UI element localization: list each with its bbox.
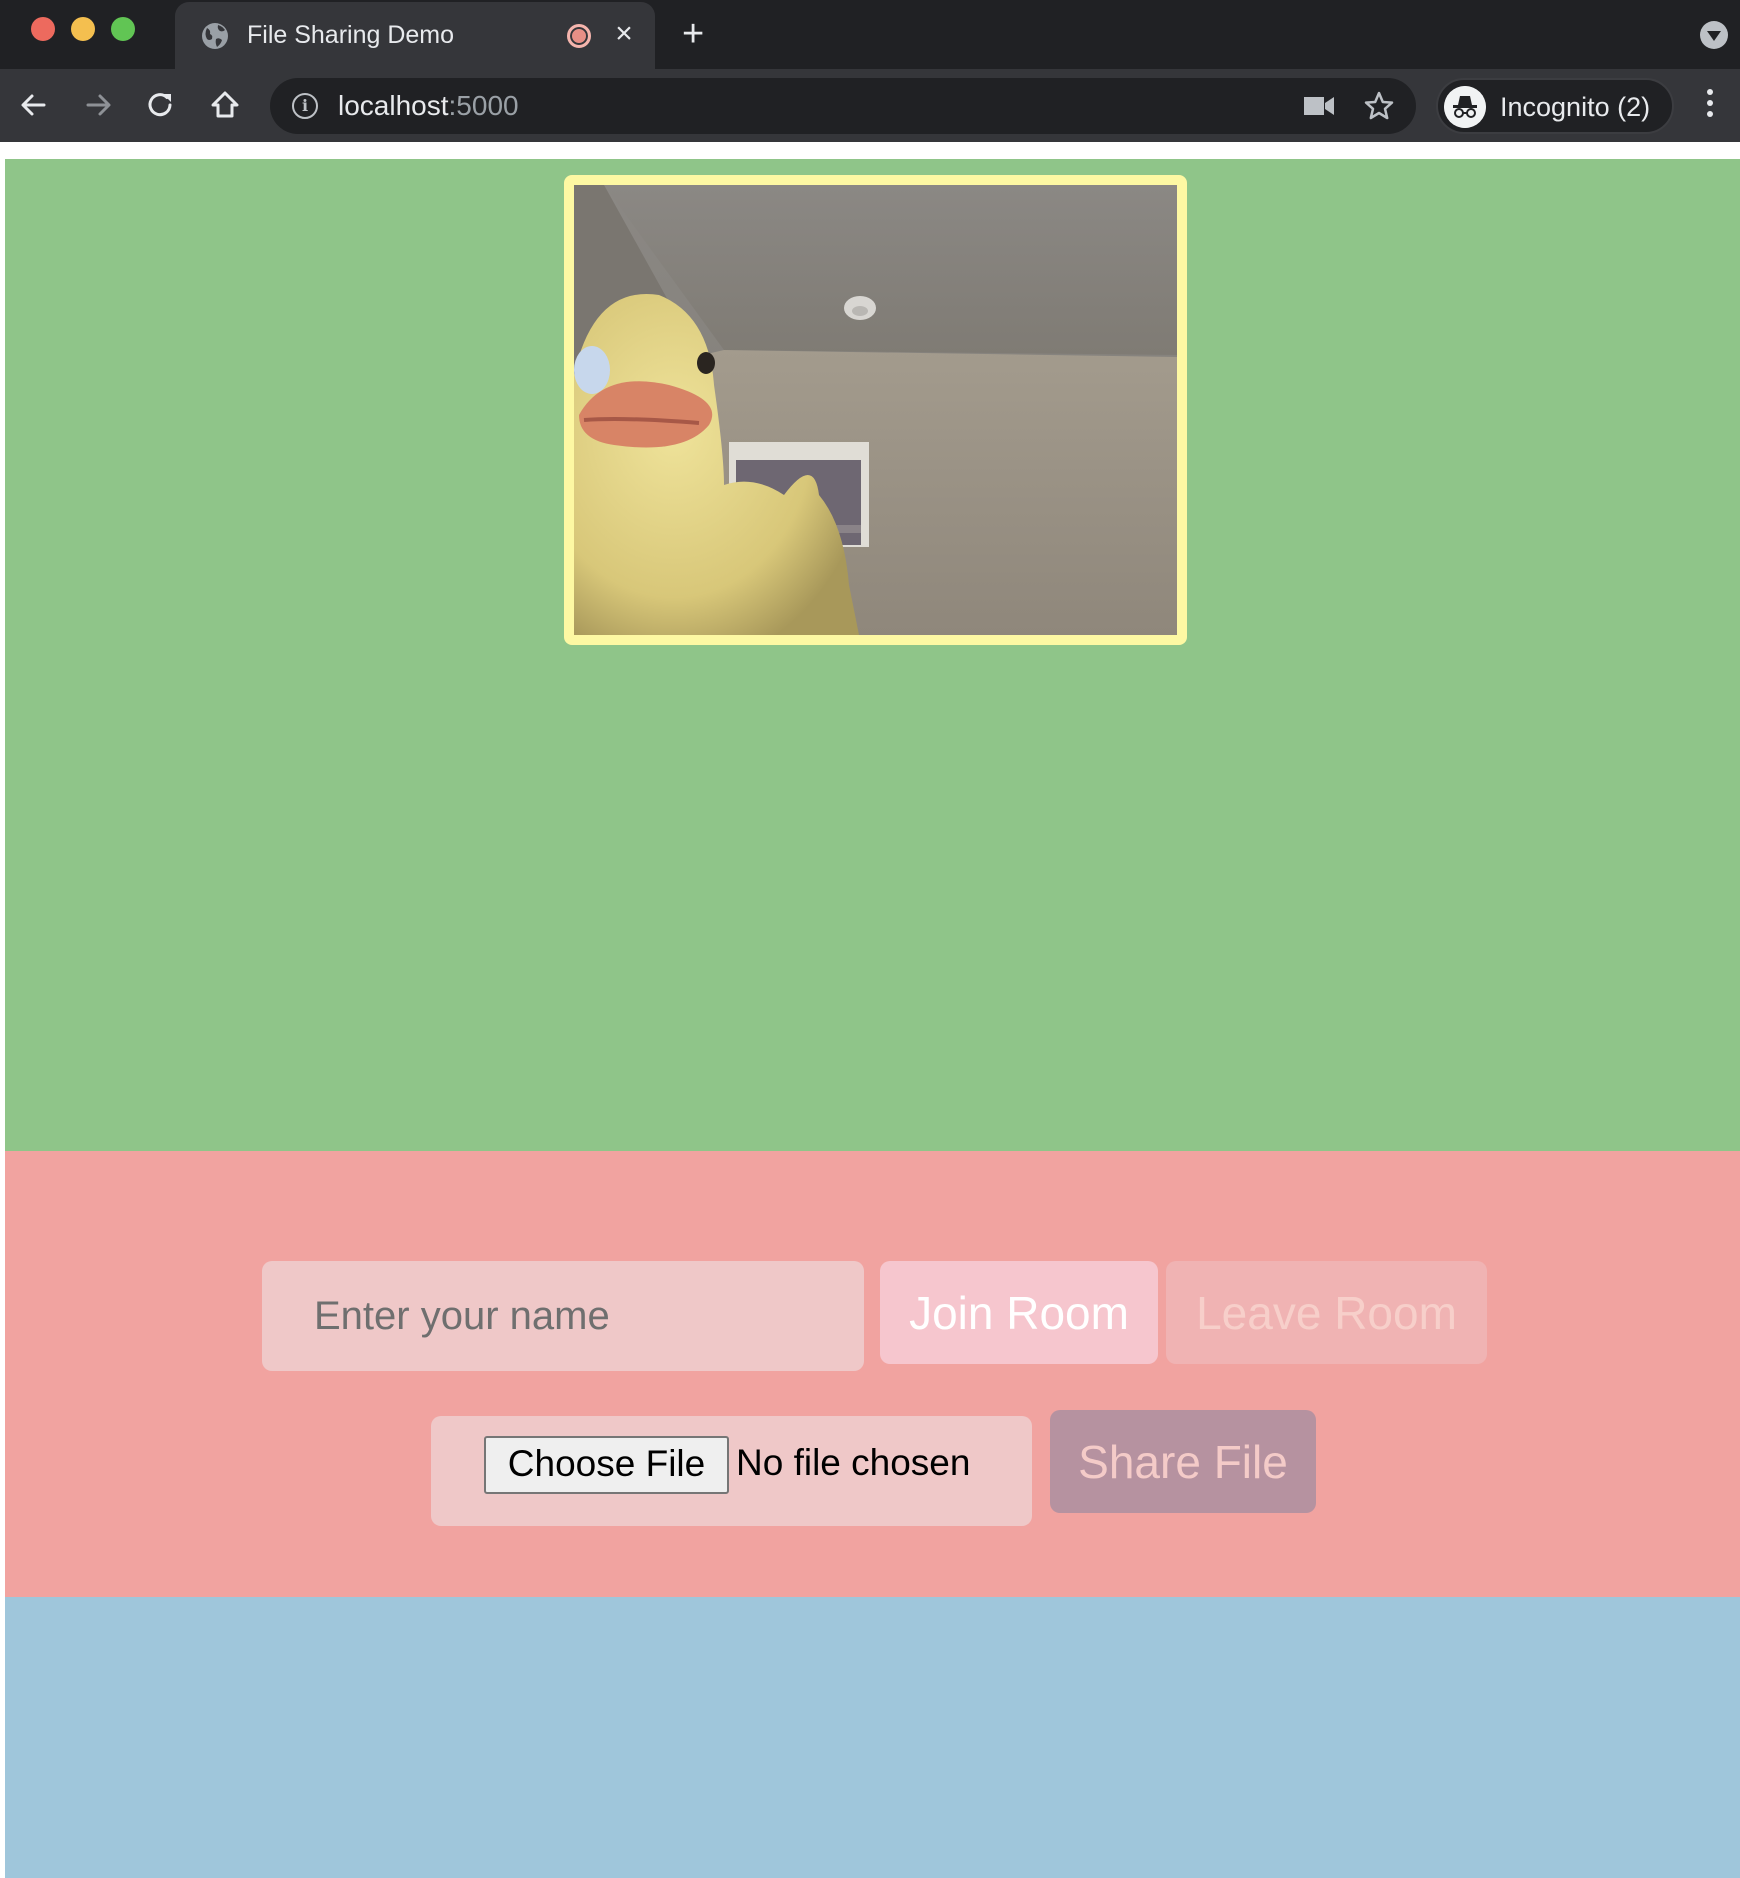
address-bar[interactable]: i localhost:5000 [270, 78, 1416, 134]
browser-menu-icon[interactable] [1700, 89, 1720, 123]
incognito-label: Incognito (2) [1500, 92, 1651, 122]
controls-section: Join Room Leave Room Choose File No file… [5, 1151, 1740, 1597]
url-port: :5000 [448, 90, 519, 121]
window-minimize-button[interactable] [71, 17, 95, 41]
name-input[interactable] [262, 1261, 864, 1371]
file-input-container: Choose File No file chosen [431, 1416, 1032, 1526]
bookmark-star-icon[interactable] [1363, 90, 1395, 122]
browser-toolbar: i localhost:5000 Incognito (2) [0, 69, 1740, 142]
camera-in-use-icon[interactable] [1304, 97, 1334, 115]
local-video-feed [574, 185, 1177, 635]
window-maximize-button[interactable] [111, 17, 135, 41]
video-section [5, 159, 1740, 1151]
choose-file-button[interactable]: Choose File [484, 1436, 729, 1494]
globe-icon [202, 23, 228, 49]
share-file-button[interactable]: Share File [1050, 1410, 1316, 1513]
tab-title: File Sharing Demo [247, 21, 455, 49]
reload-icon[interactable] [141, 85, 181, 125]
window-close-button[interactable] [31, 17, 55, 41]
incognito-icon [1444, 86, 1486, 128]
join-room-button[interactable]: Join Room [880, 1261, 1158, 1364]
browser-tab-strip: File Sharing Demo × + [0, 0, 1740, 69]
messages-section [5, 1597, 1740, 1878]
back-arrow-icon[interactable] [14, 85, 54, 125]
new-tab-button[interactable]: + [682, 14, 704, 54]
local-video-frame [564, 175, 1187, 645]
tab-close-button[interactable]: × [609, 16, 639, 52]
site-info-icon[interactable]: i [292, 93, 318, 119]
forward-arrow-icon[interactable] [78, 85, 118, 125]
leave-room-button[interactable]: Leave Room [1166, 1261, 1487, 1364]
file-status-text: No file chosen [736, 1442, 971, 1483]
home-icon[interactable] [205, 85, 245, 125]
browser-tab-active[interactable]: File Sharing Demo × [175, 2, 655, 69]
tab-search-button[interactable] [1700, 21, 1728, 49]
url-host: localhost [338, 90, 449, 121]
incognito-profile-button[interactable]: Incognito (2) [1436, 78, 1674, 134]
page-content: Join Room Leave Room Choose File No file… [5, 159, 1740, 1878]
record-icon [567, 24, 591, 48]
url-text[interactable]: localhost:5000 [338, 90, 519, 122]
